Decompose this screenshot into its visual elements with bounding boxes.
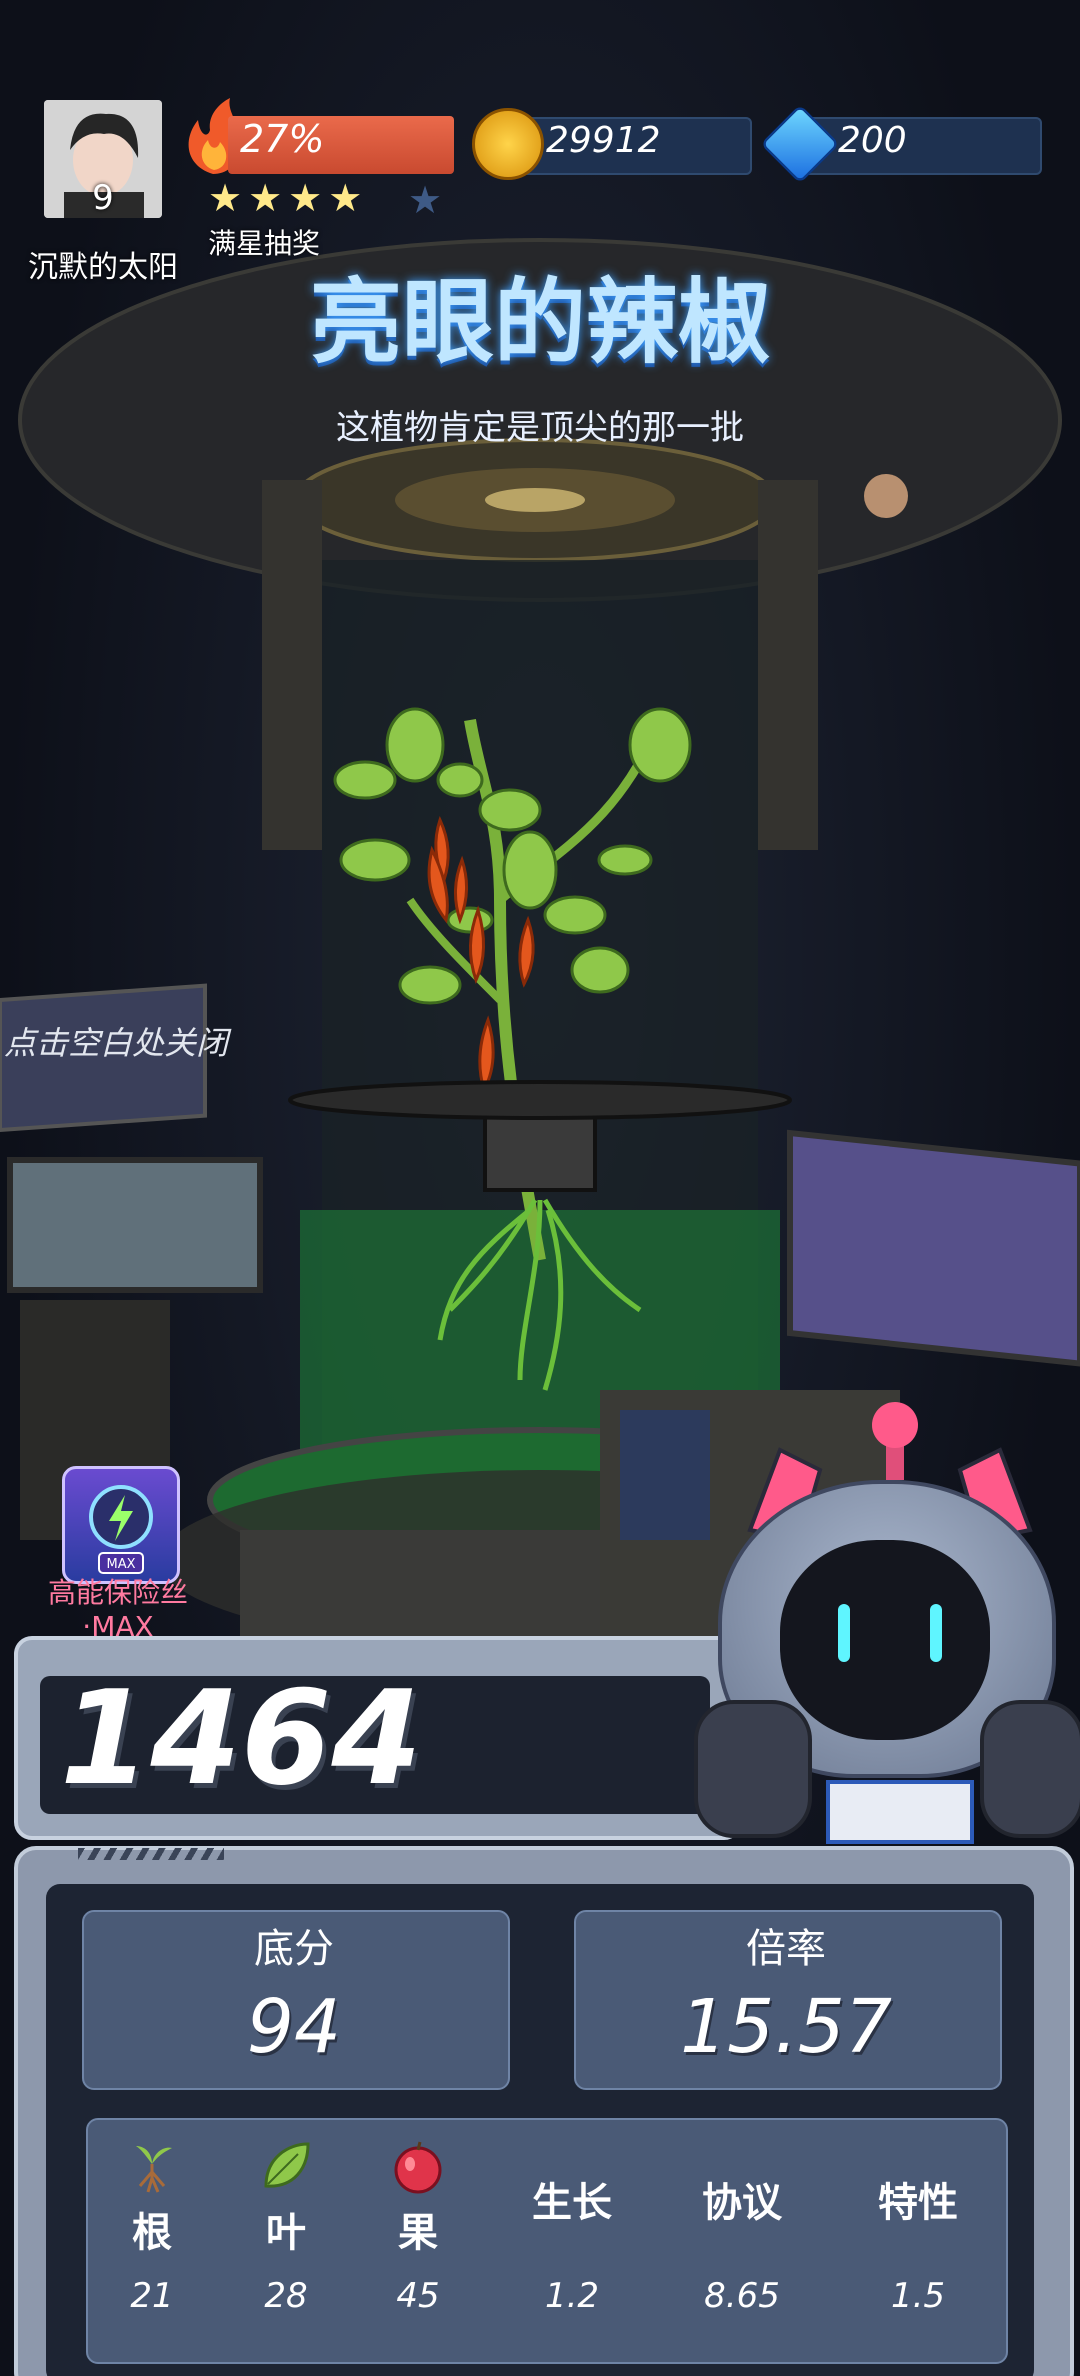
close-hint[interactable]: 点击空白处关闭 [4,1018,228,1064]
attr-leaf-label: 叶 [266,2210,306,2256]
multiplier-label: 倍率 [746,1926,826,1972]
star-rating: ★★★★ [208,176,369,220]
robot-right-eye [930,1604,942,1662]
attr-fruit-label: 果 [398,2210,438,2256]
empty-star-icon: ★ [408,178,443,222]
base-score-value: 94 [246,1984,342,2070]
robot-left-eye [838,1604,850,1662]
total-score: 1464 [60,1662,422,1814]
plant-title: 亮眼的辣椒 [309,269,770,376]
attr-root-value: 21 [130,2276,174,2316]
attr-trait-value: 1.5 [890,2276,946,2316]
gem-amount: 200 [838,120,907,161]
plant-comment: 这植物肯定是顶尖的那一批 [336,408,744,448]
robot-face [780,1540,990,1740]
heat-percent: 27% [240,117,325,161]
fuse-max-badge: MAX [106,1557,135,1572]
fuse-buff-button[interactable]: MAX [62,1466,180,1584]
robot-left-hand [694,1700,812,1838]
attr-growth-label: 生长 [532,2180,612,2226]
game-scene[interactable]: 9 沉默的太阳 27% ★★★★ ★ 满星抽奖 29912 200 亮眼的辣椒 … [0,0,1080,2376]
fuse-buff-label-line1: 高能保险丝 [47,1576,188,1609]
coin-icon [472,108,544,180]
attr-fruit-value: 45 [396,2276,440,2316]
lightning-shield-icon: MAX [89,1485,153,1574]
attr-protocol-value: 8.65 [704,2276,780,2316]
multiplier-value: 15.57 [680,1984,892,2070]
leaf-icon [264,2142,310,2188]
robot-antenna-ball [872,1402,918,1448]
panel-vent [78,1848,224,1860]
fruit-icon [394,2141,442,2194]
base-score-label: 底分 [254,1926,334,1972]
attribute-table [86,2118,1008,2364]
robot-screen-card [826,1780,974,1844]
coin-amount: 29912 [546,120,661,161]
fuse-buff-label: 高能保险丝 ·MAX [38,1576,198,1644]
root-icon [136,2146,172,2193]
robot-right-hand [980,1700,1080,1838]
attr-growth-value: 1.2 [544,2276,600,2316]
player-level: 9 [92,178,114,218]
attr-leaf-value: 28 [264,2276,308,2316]
attr-root-label: 根 [132,2210,172,2256]
attr-trait-label: 特性 [878,2180,958,2226]
attr-protocol-label: 协议 [702,2180,782,2226]
